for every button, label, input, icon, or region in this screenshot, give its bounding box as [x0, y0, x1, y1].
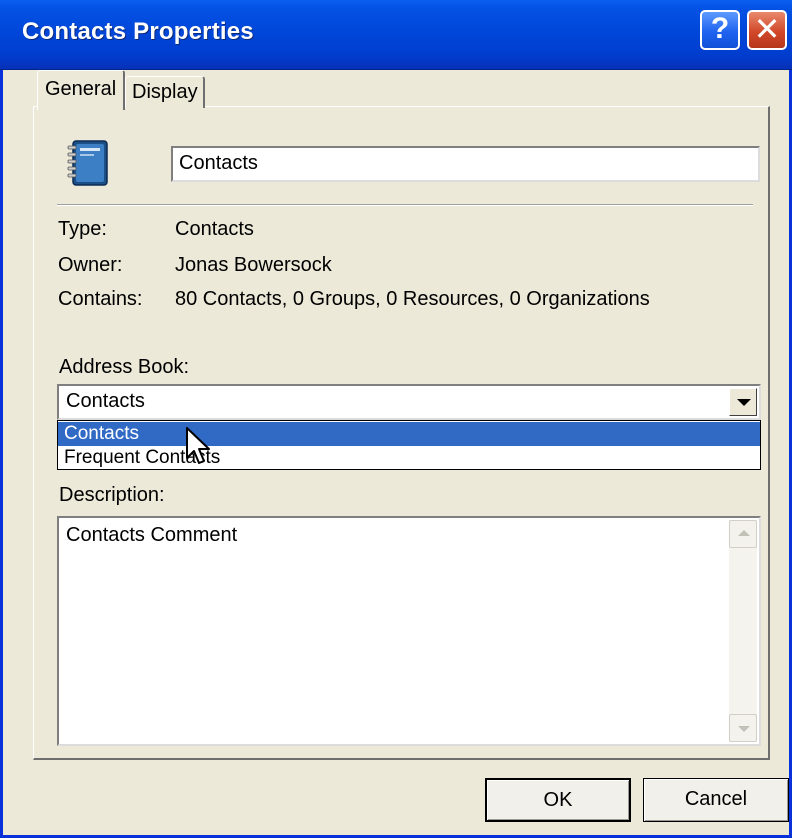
help-button[interactable]: ?: [700, 10, 740, 50]
dropdown-option-label: Contacts: [64, 423, 139, 444]
separator: [57, 204, 753, 206]
scroll-down-button[interactable]: [729, 714, 757, 742]
owner-label: Owner:: [58, 254, 123, 276]
address-book-icon: [67, 140, 108, 186]
ok-button-label: OK: [543, 789, 573, 811]
type-value: Contacts: [175, 218, 254, 240]
owner-value: Jonas Bowersock: [175, 254, 332, 276]
name-field[interactable]: Contacts: [171, 146, 760, 182]
name-field-value: Contacts: [179, 152, 258, 174]
tab-general[interactable]: General: [37, 70, 125, 110]
mouse-pointer-icon: [186, 427, 210, 464]
close-button[interactable]: ✕: [747, 10, 787, 50]
contains-value: 80 Contacts, 0 Groups, 0 Resources, 0 Or…: [175, 288, 650, 310]
cancel-button[interactable]: Cancel: [643, 778, 789, 822]
ok-button[interactable]: OK: [485, 778, 631, 822]
address-book-selected-value: Contacts: [66, 390, 145, 412]
type-label: Type:: [58, 218, 107, 240]
description-scrollbar[interactable]: [729, 520, 757, 742]
contains-label: Contains:: [58, 288, 143, 310]
address-book-dropdown[interactable]: Contacts: [57, 384, 761, 420]
description-value: Contacts Comment: [66, 524, 238, 546]
tab-display-label: Display: [132, 81, 198, 103]
dropdown-arrow-button[interactable]: [729, 388, 757, 416]
window-title: Contacts Properties: [22, 18, 254, 45]
description-textarea[interactable]: Contacts Comment: [57, 516, 761, 746]
contacts-properties-dialog: Contacts Properties ? ✕ General Display …: [0, 0, 792, 838]
title-bar[interactable]: Contacts Properties ? ✕: [0, 0, 792, 70]
dropdown-option-contacts[interactable]: Contacts: [58, 422, 760, 446]
dropdown-option-frequent-contacts[interactable]: Frequent Contacts: [58, 446, 760, 470]
close-icon: ✕: [753, 11, 781, 47]
address-book-label: Address Book:: [59, 356, 190, 378]
tab-general-label: General: [45, 78, 117, 100]
address-book-options-list: Contacts Frequent Contacts: [57, 420, 761, 470]
description-label: Description:: [59, 484, 165, 506]
tab-display[interactable]: Display: [125, 76, 205, 108]
help-icon: ?: [710, 12, 730, 45]
cancel-button-label: Cancel: [684, 788, 748, 810]
scroll-up-button[interactable]: [729, 520, 757, 548]
